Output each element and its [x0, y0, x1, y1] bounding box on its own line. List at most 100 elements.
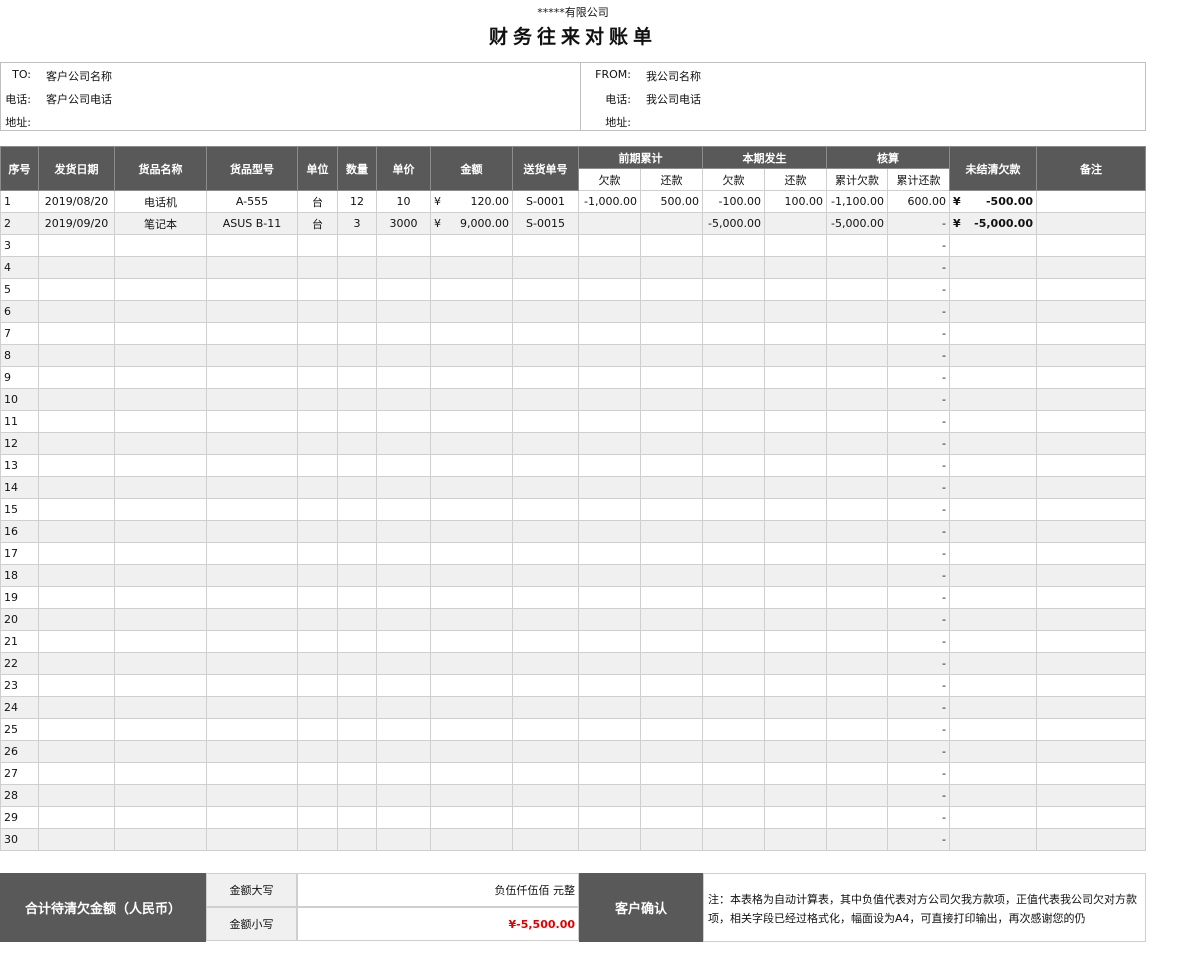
cell-remark[interactable] — [1036, 190, 1146, 213]
cell-name[interactable]: 笔记本 — [114, 212, 207, 235]
cell-current-repaid[interactable] — [764, 498, 827, 521]
cell-prior-owed[interactable] — [578, 520, 641, 543]
cell-delivery-no[interactable]: S-0001 — [512, 190, 579, 213]
cell-remark[interactable] — [1036, 212, 1146, 235]
cell-price[interactable] — [376, 300, 431, 323]
cell-cum-repaid[interactable]: - — [887, 542, 950, 565]
cell-cum-owed[interactable] — [826, 564, 888, 587]
cell-delivery-no[interactable] — [512, 366, 579, 389]
cell-date[interactable] — [38, 454, 115, 477]
cell-cum-repaid[interactable]: - — [887, 740, 950, 763]
cell-current-repaid[interactable] — [764, 652, 827, 675]
cell-delivery-no[interactable] — [512, 718, 579, 741]
cell-prior-owed[interactable] — [578, 366, 641, 389]
cell-current-repaid[interactable] — [764, 278, 827, 301]
cell-cum-owed[interactable] — [826, 806, 888, 829]
cell-amount[interactable] — [430, 740, 513, 763]
cell-delivery-no[interactable] — [512, 476, 579, 499]
cell-amount[interactable] — [430, 520, 513, 543]
cell-name[interactable] — [114, 234, 207, 257]
cell-price[interactable] — [376, 652, 431, 675]
cell-remark[interactable] — [1036, 608, 1146, 631]
cell-cum-owed[interactable] — [826, 432, 888, 455]
cell-amount[interactable] — [430, 806, 513, 829]
cell-cum-owed[interactable] — [826, 652, 888, 675]
cell-delivery-no[interactable] — [512, 542, 579, 565]
cell-qty[interactable] — [337, 564, 377, 587]
cell-prior-repaid[interactable] — [640, 630, 703, 653]
cell-date[interactable] — [38, 586, 115, 609]
cell-date[interactable] — [38, 476, 115, 499]
cell-unit[interactable] — [297, 542, 338, 565]
cell-prior-repaid[interactable] — [640, 476, 703, 499]
cell-price[interactable]: 10 — [376, 190, 431, 213]
cell-remark[interactable] — [1036, 300, 1146, 323]
cell-current-repaid[interactable] — [764, 234, 827, 257]
cell-current-owed[interactable] — [702, 564, 765, 587]
cell-seq[interactable]: 21 — [0, 630, 39, 653]
cell-outstanding[interactable] — [949, 454, 1037, 477]
cell-cum-repaid[interactable]: - — [887, 608, 950, 631]
cell-remark[interactable] — [1036, 520, 1146, 543]
cell-remark[interactable] — [1036, 454, 1146, 477]
cell-remark[interactable] — [1036, 586, 1146, 609]
cell-cum-owed[interactable] — [826, 586, 888, 609]
cell-prior-repaid[interactable] — [640, 498, 703, 521]
cell-cum-owed[interactable] — [826, 630, 888, 653]
cell-qty[interactable] — [337, 498, 377, 521]
cell-unit[interactable] — [297, 322, 338, 345]
cell-model[interactable] — [206, 366, 298, 389]
cell-name[interactable]: 电话机 — [114, 190, 207, 213]
cell-price[interactable] — [376, 278, 431, 301]
cell-seq[interactable]: 22 — [0, 652, 39, 675]
cell-remark[interactable] — [1036, 498, 1146, 521]
cell-current-owed[interactable] — [702, 696, 765, 719]
cell-prior-repaid[interactable] — [640, 586, 703, 609]
cell-prior-owed[interactable] — [578, 432, 641, 455]
cell-date[interactable] — [38, 564, 115, 587]
cell-seq[interactable]: 25 — [0, 718, 39, 741]
cell-date[interactable] — [38, 322, 115, 345]
cell-amount[interactable] — [430, 608, 513, 631]
cell-price[interactable] — [376, 366, 431, 389]
cell-cum-owed[interactable] — [826, 674, 888, 697]
cell-model[interactable] — [206, 806, 298, 829]
cell-cum-owed[interactable] — [826, 388, 888, 411]
cell-model[interactable]: A-555 — [206, 190, 298, 213]
cell-seq[interactable]: 26 — [0, 740, 39, 763]
cell-cum-owed[interactable] — [826, 784, 888, 807]
cell-current-owed[interactable] — [702, 740, 765, 763]
cell-cum-repaid[interactable]: - — [887, 564, 950, 587]
cell-outstanding[interactable] — [949, 784, 1037, 807]
cell-date[interactable] — [38, 520, 115, 543]
cell-delivery-no[interactable] — [512, 278, 579, 301]
cell-model[interactable] — [206, 476, 298, 499]
cell-cum-repaid[interactable]: - — [887, 322, 950, 345]
cell-delivery-no[interactable] — [512, 586, 579, 609]
cell-date[interactable] — [38, 498, 115, 521]
cell-cum-repaid[interactable]: - — [887, 454, 950, 477]
cell-model[interactable] — [206, 586, 298, 609]
cell-unit[interactable] — [297, 520, 338, 543]
cell-name[interactable] — [114, 410, 207, 433]
cell-unit[interactable] — [297, 696, 338, 719]
cell-cum-owed[interactable] — [826, 520, 888, 543]
cell-name[interactable] — [114, 586, 207, 609]
cell-price[interactable] — [376, 608, 431, 631]
cell-seq[interactable]: 14 — [0, 476, 39, 499]
cell-outstanding[interactable] — [949, 674, 1037, 697]
cell-current-repaid[interactable] — [764, 322, 827, 345]
cell-price[interactable] — [376, 784, 431, 807]
cell-cum-repaid[interactable]: - — [887, 256, 950, 279]
cell-qty[interactable] — [337, 542, 377, 565]
cell-seq[interactable]: 20 — [0, 608, 39, 631]
cell-seq[interactable]: 5 — [0, 278, 39, 301]
cell-seq[interactable]: 7 — [0, 322, 39, 345]
cell-seq[interactable]: 10 — [0, 388, 39, 411]
cell-cum-owed[interactable] — [826, 542, 888, 565]
cell-seq[interactable]: 11 — [0, 410, 39, 433]
cell-delivery-no[interactable] — [512, 300, 579, 323]
cell-remark[interactable] — [1036, 278, 1146, 301]
cell-remark[interactable] — [1036, 828, 1146, 851]
cell-price[interactable] — [376, 696, 431, 719]
